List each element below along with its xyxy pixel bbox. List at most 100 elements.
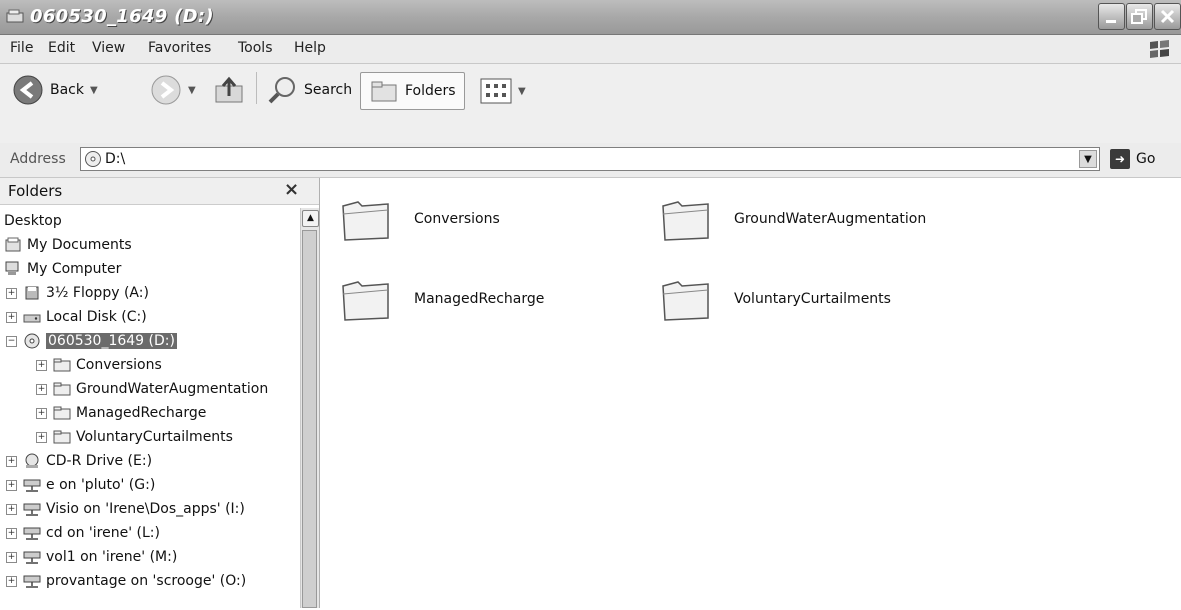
tree-item-label: vol1 on 'irene' (M:) <box>46 549 178 565</box>
tree-item-local-disk-c[interactable]: + Local Disk (C:) <box>6 306 147 328</box>
forward-arrow-icon <box>151 75 181 105</box>
network-drive-icon <box>23 575 41 588</box>
close-icon[interactable]: × <box>284 179 299 200</box>
expand-icon[interactable]: + <box>36 359 47 371</box>
folders-label: Folders <box>405 83 456 99</box>
tree-item-my-computer[interactable]: My Computer <box>4 258 121 280</box>
folder-item-voluntary-curtailments[interactable]: VoluntaryCurtailments <box>660 274 891 324</box>
scroll-up-icon[interactable]: ▲ <box>302 210 319 227</box>
folder-up-icon <box>215 76 243 103</box>
tree-item-label: 060530_1649 (D:) <box>46 333 177 349</box>
expand-icon[interactable]: + <box>6 503 17 515</box>
folders-pane-header: Folders × <box>0 178 319 205</box>
expand-icon[interactable]: + <box>6 479 17 491</box>
address-label: Address <box>10 151 66 167</box>
back-button[interactable]: Back ▼ <box>12 74 98 106</box>
expand-icon[interactable]: + <box>6 287 17 299</box>
tree-item-voluntary-curtailments[interactable]: + VoluntaryCurtailments <box>36 426 233 448</box>
tree-item-floppy[interactable]: + 3½ Floppy (A:) <box>6 282 149 304</box>
computer-icon <box>5 261 19 275</box>
title-bar[interactable]: 060530_1649 (D:) <box>0 0 1181 35</box>
tree-item-label: GroundWaterAugmentation <box>76 381 269 397</box>
menu-bar: File Edit View Favorites Tools Help <box>0 35 1181 64</box>
folder-icon <box>53 358 71 372</box>
search-button[interactable]: Search <box>266 74 352 106</box>
tree-item-label: ManagedRecharge <box>76 405 207 421</box>
expand-icon[interactable]: + <box>6 551 17 563</box>
menu-view[interactable]: View <box>92 40 125 56</box>
folder-icon <box>53 382 71 396</box>
menu-file[interactable]: File <box>10 40 33 56</box>
tree-item-desktop[interactable]: Desktop <box>4 210 62 232</box>
collapse-icon[interactable]: − <box>6 335 17 347</box>
folders-icon <box>371 81 397 102</box>
tree-item-my-documents[interactable]: My Documents <box>4 234 132 256</box>
tree-item-label: 3½ Floppy (A:) <box>46 285 149 301</box>
folders-button[interactable]: Folders <box>360 72 465 110</box>
folder-item-label: Conversions <box>414 211 500 227</box>
expand-icon[interactable]: + <box>36 431 47 443</box>
tree-item-network-m[interactable]: + vol1 on 'irene' (M:) <box>6 546 177 568</box>
minimize-icon <box>1106 20 1116 23</box>
tree-item-groundwater[interactable]: + GroundWaterAugmentation <box>36 378 268 400</box>
folder-item-managed-recharge[interactable]: ManagedRecharge <box>340 274 544 324</box>
window-title: 060530_1649 (D:) <box>30 6 214 27</box>
tree-item-label: CD-R Drive (E:) <box>46 453 153 469</box>
close-button[interactable] <box>1154 3 1181 30</box>
cd-drive-icon <box>25 453 39 468</box>
forward-dropdown-icon[interactable]: ▼ <box>188 85 196 96</box>
minimize-button[interactable] <box>1098 3 1125 30</box>
expand-icon[interactable]: + <box>36 383 47 395</box>
floppy-icon <box>25 286 39 300</box>
tree-item-network-o[interactable]: + provantage on 'scrooge' (O:) <box>6 570 246 592</box>
folders-pane-title: Folders <box>8 182 63 200</box>
folder-icon <box>662 201 709 241</box>
folder-content-area: Conversions GroundWaterAugmentation Mana… <box>320 178 1181 608</box>
tree-item-network-l[interactable]: + cd on 'irene' (L:) <box>6 522 160 544</box>
expand-icon[interactable]: + <box>36 407 47 419</box>
expand-icon[interactable]: + <box>6 455 17 467</box>
tree-item-cdr-drive-e[interactable]: + CD-R Drive (E:) <box>6 450 152 472</box>
network-drive-icon <box>23 503 41 516</box>
tree-item-label: Conversions <box>76 357 162 373</box>
drive-icon <box>6 9 24 23</box>
expand-icon[interactable]: + <box>6 311 17 323</box>
folder-item-conversions[interactable]: Conversions <box>340 194 500 244</box>
windows-flag-icon <box>1150 40 1169 58</box>
tree-item-label: Desktop <box>4 213 62 229</box>
network-drive-icon <box>23 479 41 492</box>
go-button[interactable]: ➜ Go <box>1110 149 1155 169</box>
expand-icon[interactable]: + <box>6 527 17 539</box>
up-button[interactable] <box>212 74 246 106</box>
tree-item-label: Visio on 'Irene\Dos_apps' (I:) <box>46 501 245 517</box>
views-dropdown-icon[interactable]: ▼ <box>518 86 526 97</box>
tree-item-drive-d[interactable]: − 060530_1649 (D:) <box>6 330 177 352</box>
address-dropdown-icon[interactable]: ▼ <box>1079 150 1097 168</box>
tree-item-label: My Documents <box>27 237 132 253</box>
folders-scrollbar[interactable]: ▲ <box>300 208 319 608</box>
folder-icon <box>342 201 389 241</box>
back-dropdown-icon[interactable]: ▼ <box>90 85 98 96</box>
scroll-thumb[interactable] <box>302 230 317 608</box>
folder-item-groundwater[interactable]: GroundWaterAugmentation <box>660 194 926 244</box>
restore-icon <box>1131 9 1147 24</box>
tree-item-network-i[interactable]: + Visio on 'Irene\Dos_apps' (I:) <box>6 498 245 520</box>
folder-icon <box>662 281 709 321</box>
folder-item-label: VoluntaryCurtailments <box>734 291 891 307</box>
menu-favorites[interactable]: Favorites <box>148 40 211 56</box>
search-icon <box>268 77 295 104</box>
menu-tools[interactable]: Tools <box>238 40 273 56</box>
forward-button[interactable]: ▼ <box>150 74 196 106</box>
back-arrow-icon <box>13 75 43 105</box>
tree-item-network-g[interactable]: + e on 'pluto' (G:) <box>6 474 155 496</box>
tree-item-managed-recharge[interactable]: + ManagedRecharge <box>36 402 206 424</box>
expand-icon[interactable]: + <box>6 575 17 587</box>
views-button[interactable]: ▼ <box>480 78 526 104</box>
cd-drive-icon <box>24 333 40 349</box>
maximize-button[interactable] <box>1126 3 1153 30</box>
address-input[interactable]: D:\ ▼ <box>80 147 1100 171</box>
toolbar: Back ▼ ▼ Search Folders ▼ <box>0 64 1181 145</box>
menu-edit[interactable]: Edit <box>48 40 75 56</box>
tree-item-conversions[interactable]: + Conversions <box>36 354 162 376</box>
menu-help[interactable]: Help <box>294 40 326 56</box>
